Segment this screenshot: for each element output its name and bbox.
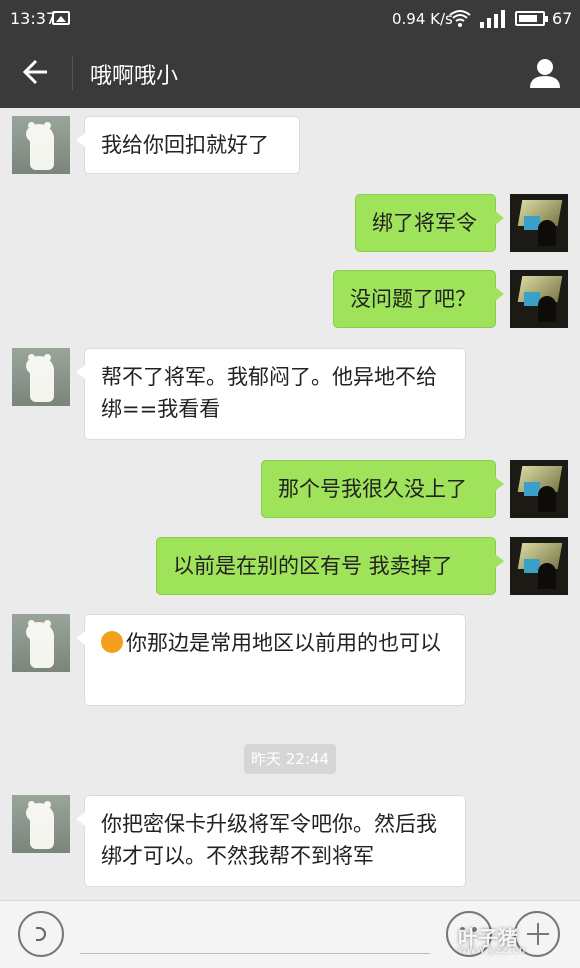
battery-level: 67 <box>552 9 573 28</box>
header-divider <box>72 56 73 90</box>
message-bubble-outgoing[interactable]: 没问题了吧？ <box>333 270 504 328</box>
self-avatar[interactable] <box>510 537 568 595</box>
chat-title: 哦啊哦小 <box>90 64 179 89</box>
network-speed: 0.94 K/s <box>392 10 453 28</box>
grin-emoji-icon <box>101 631 123 653</box>
chat-header: 哦啊哦小 <box>0 38 580 108</box>
contact-avatar[interactable] <box>12 795 70 853</box>
wifi-icon <box>448 8 472 33</box>
self-avatar[interactable] <box>510 194 568 252</box>
user-profile-icon[interactable] <box>528 56 562 90</box>
battery-icon <box>515 11 548 26</box>
status-bar: 13:37 0.94 K/s 67 <box>0 0 580 38</box>
timestamp-divider: 昨天 22:44 <box>244 744 336 774</box>
message-bubble-incoming[interactable]: 我给你回扣就好了 <box>76 116 300 174</box>
message-bubble-incoming[interactable]: 你那边是常用地区以前用的也可以 <box>76 614 466 706</box>
message-bubble-incoming[interactable]: 你把密保卡升级将军令吧你。然后我绑才可以。不然我帮不到将军 <box>76 795 466 887</box>
message-bubble-outgoing[interactable]: 那个号我很久没上了 <box>261 460 504 518</box>
voice-icon[interactable] <box>18 911 64 957</box>
message-bubble-outgoing[interactable]: 绑了将军令 <box>355 194 504 252</box>
contact-avatar[interactable] <box>12 614 70 672</box>
watermark-url: www.yzz.cn <box>458 945 527 956</box>
back-arrow-icon[interactable] <box>22 58 50 86</box>
message-bubble-incoming[interactable]: 帮不了将军。我郁闷了。他异地不给绑==我看看 <box>76 348 466 440</box>
watermark: 叶子猪 www.yzz.cn <box>458 922 574 962</box>
contact-avatar[interactable] <box>12 348 70 406</box>
self-avatar[interactable] <box>510 270 568 328</box>
self-avatar[interactable] <box>510 460 568 518</box>
message-text: 你那边是常用地区以前用的也可以 <box>126 631 441 655</box>
message-bubble-outgoing[interactable]: 以前是在别的区有号 我卖掉了 <box>156 537 504 595</box>
signal-icon <box>480 10 510 28</box>
status-time: 13:37 <box>10 9 57 28</box>
message-input[interactable] <box>80 953 430 954</box>
gallery-icon <box>52 11 70 25</box>
contact-avatar[interactable] <box>12 116 70 174</box>
